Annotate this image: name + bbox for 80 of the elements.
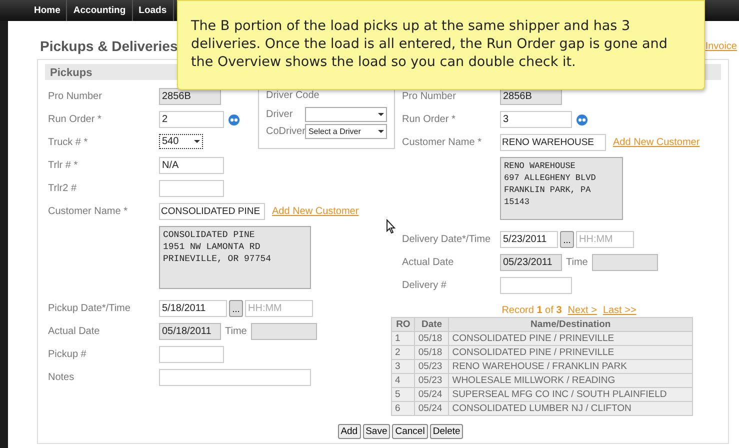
date-field[interactable]: 5/23/2011	[500, 231, 558, 248]
field-label: Trlr2 #	[47, 182, 78, 194]
input-field[interactable]: RENO WAREHOUSE	[500, 134, 606, 151]
table-cell: 4	[392, 374, 415, 388]
field-label: Customer Name *	[47, 205, 128, 217]
table-cell: CONSOLIDATED LUMBER NJ / CLIFTON	[448, 402, 692, 416]
field-label: Time	[225, 326, 247, 337]
field-label: Delivery Date*/Time	[401, 233, 492, 245]
info-icon[interactable]	[576, 114, 588, 126]
column-header: Name/Destination	[448, 318, 692, 332]
table-cell: 3	[392, 360, 415, 374]
form-button[interactable]: Delete	[430, 424, 464, 439]
field-label: Actual Date	[401, 256, 455, 268]
input-field[interactable]	[159, 180, 224, 197]
actual-date-field[interactable]: 05/18/2011	[159, 323, 221, 340]
input-field[interactable]: 2	[159, 111, 224, 128]
address-field: CONSOLIDATED PINE 1951 NW LAMONTA RD PRINEVILLE, OR 97754	[159, 226, 311, 289]
form-button[interactable]: Cancel	[392, 424, 428, 439]
table-cell: SUPERSEAL MFG CO INC / SOUTH PLAINFIELD	[448, 388, 692, 402]
table-cell: CONSOLIDATED PINE / PRINEVILLE	[448, 346, 692, 360]
info-icon[interactable]	[228, 114, 240, 126]
table-cell: CONSOLIDATED PINE / PRINEVILLE	[448, 332, 692, 346]
truck-select[interactable]: 540	[159, 134, 203, 149]
time-field[interactable]: HH:MM	[576, 231, 634, 248]
table-cell: WHOLESALE MILLWORK / READING	[448, 374, 692, 388]
field-label: Time	[566, 257, 588, 268]
table-cell: 05/24	[414, 402, 449, 416]
panel-legend: Driver Code	[266, 90, 387, 101]
input-field[interactable]: 3	[500, 111, 572, 128]
date-field[interactable]: 5/18/2011	[159, 300, 227, 317]
dropdown-arrow-icon	[378, 130, 384, 133]
actual-time-field[interactable]	[250, 323, 317, 340]
form-button[interactable]: Save	[362, 424, 390, 439]
field-label: Truck # *	[47, 136, 89, 148]
table-cell: 05/18	[414, 332, 449, 346]
table-cell: 5	[392, 388, 415, 402]
field-label: Customer Name *	[401, 136, 482, 148]
input-field[interactable]	[500, 277, 572, 294]
callout-tooltip: The B portion of the load picks up at the same shipper and has 3 deliveries. Once the load is all entered, the Run Order gap is gone and the Overview shows the load so you can double check it.	[177, 0, 705, 90]
input-field[interactable]: 2856B	[159, 88, 221, 105]
page-title: Pickups & Deliveries	[40, 38, 178, 54]
time-field[interactable]: HH:MM	[245, 300, 313, 317]
input-field[interactable]	[159, 346, 224, 363]
cursor-icon	[386, 219, 396, 234]
driver-select[interactable]: Select a Driver	[305, 124, 387, 139]
field-label: Pickup #	[47, 348, 88, 360]
field-label: Driver	[266, 109, 294, 120]
table-cell: 05/18	[414, 346, 449, 360]
field-label: CoDriver	[266, 126, 306, 137]
field-label: Pickup Date*/Time	[47, 302, 132, 314]
column-header: RO	[392, 318, 415, 332]
field-label: Actual Date	[47, 325, 101, 337]
calendar-button[interactable]: ...	[229, 300, 243, 317]
column-header: Date	[414, 318, 449, 332]
form-button[interactable]: Add	[338, 424, 361, 439]
field-label: Trlr # *	[47, 159, 79, 171]
record-counter: Record 1 of 3	[502, 304, 562, 316]
table-cell: 2	[392, 346, 415, 360]
address-field: RENO WAREHOUSE 697 ALLEGHENY BLVD FRANKLIN PARK, PA 15143	[500, 157, 623, 220]
calendar-button[interactable]: ...	[560, 231, 574, 248]
actual-date-field[interactable]: 05/23/2011	[500, 254, 562, 271]
dropdown-arrow-icon	[378, 113, 384, 116]
actual-time-field[interactable]	[592, 254, 658, 271]
table-cell: 05/24	[414, 388, 449, 402]
field-label: Delivery #	[401, 279, 448, 291]
dropdown-arrow-icon	[194, 140, 200, 143]
driver-select[interactable]	[304, 107, 387, 122]
field-label: Pro Number	[401, 90, 457, 102]
field-label: Run Order *	[47, 113, 102, 125]
table-cell: RENO WAREHOUSE / FRANKLIN PARK	[448, 360, 692, 374]
input-field[interactable]	[159, 369, 311, 386]
table-cell: 6	[392, 402, 415, 416]
field-label: Run Order *	[401, 113, 456, 125]
table-cell: 1	[392, 332, 415, 346]
input-field[interactable]: N/A	[159, 157, 224, 174]
input-field[interactable]: CONSOLIDATED PINE	[159, 203, 265, 220]
field-label: Pro Number	[47, 90, 103, 102]
table-cell: 05/23	[414, 360, 449, 374]
field-label: Notes	[47, 371, 76, 383]
table-cell: 05/23	[414, 374, 449, 388]
